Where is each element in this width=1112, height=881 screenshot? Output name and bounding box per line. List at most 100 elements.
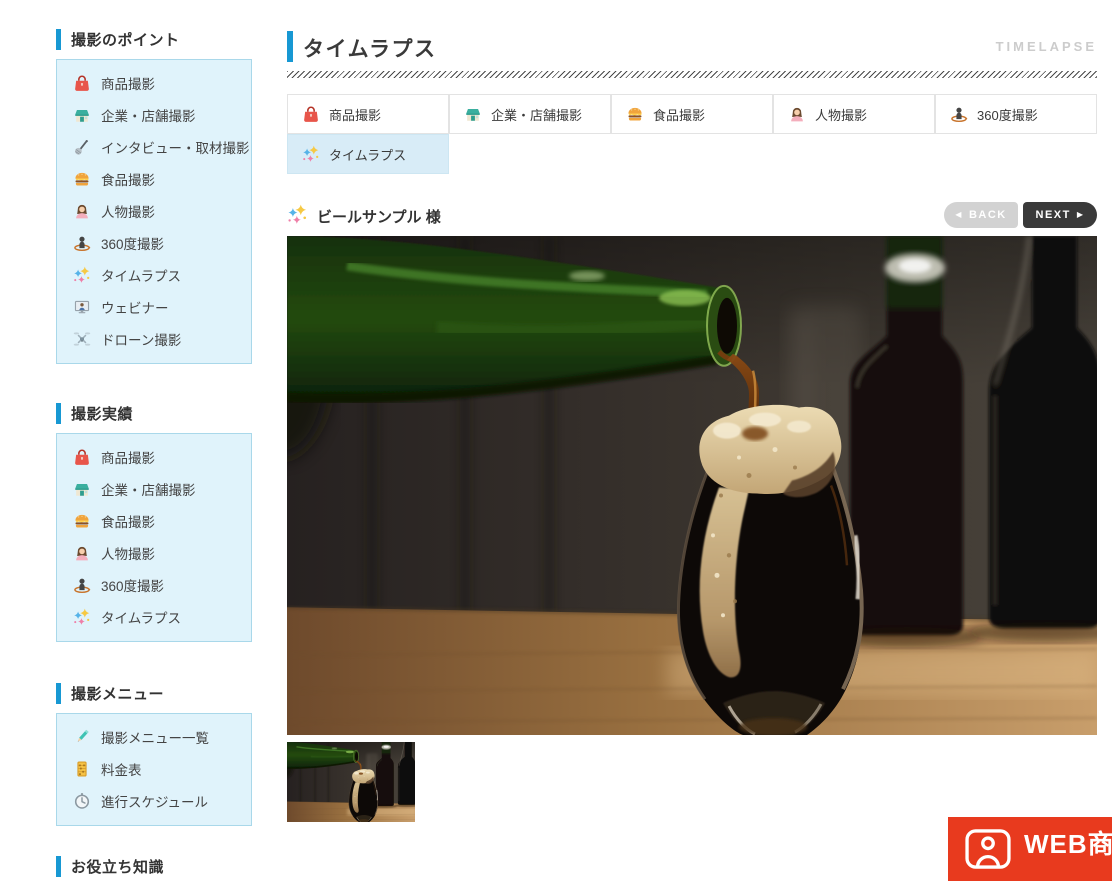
tab-タイムラプス[interactable]: タイムラプス <box>287 134 449 174</box>
sidebar-menu: 撮影メニュー一覧料金表進行スケジュール <box>56 713 252 826</box>
person-360-icon <box>73 234 91 252</box>
tab-label: 人物撮影 <box>815 105 867 124</box>
web-meeting-label: WEB商談 <box>1024 824 1112 861</box>
webinar-icon <box>73 298 91 316</box>
accent-bar <box>56 403 61 424</box>
sidebar-section-title: 撮影実績 <box>71 403 133 424</box>
sidebar-item[interactable]: 360度撮影 <box>73 227 251 259</box>
pencil-icon <box>73 728 91 746</box>
person-icon <box>73 544 91 562</box>
accent-bar <box>287 31 293 62</box>
sidebar-item[interactable]: 進行スケジュール <box>73 785 251 817</box>
burger-icon <box>73 170 91 188</box>
accent-bar <box>56 683 61 704</box>
burger-icon <box>626 105 644 123</box>
sidebar-item-label: 料金表 <box>101 759 142 779</box>
sidebar-item[interactable]: ドローン撮影 <box>73 323 251 355</box>
sidebar-menu: 商品撮影企業・店舗撮影食品撮影人物撮影 360度撮影タイムラプス <box>56 433 252 642</box>
client-name: ビールサンプル 様 <box>317 206 441 227</box>
burger-icon <box>73 512 91 530</box>
sidebar-item[interactable]: 食品撮影 <box>73 505 251 537</box>
tab-人物撮影[interactable]: 人物撮影 <box>773 94 935 134</box>
sidebar-item[interactable]: 人物撮影 <box>73 537 251 569</box>
clock-icon <box>73 792 91 810</box>
sidebar-item-label: タイムラプス <box>101 607 181 627</box>
sidebar-item[interactable]: ウェビナー <box>73 291 251 323</box>
page-title: タイムラプス <box>303 33 437 63</box>
sidebar-menu: 商品撮影企業・店舗撮影インタビュー・取材撮影食品撮影人物撮影 360度撮影タイムラ… <box>56 59 252 364</box>
back-button[interactable]: ◀ BACK <box>944 202 1018 228</box>
store-icon <box>464 105 482 123</box>
sidebar-item-label: 食品撮影 <box>101 511 155 531</box>
photo-thumbnail[interactable] <box>287 742 415 822</box>
right-arrow-icon: ▶ <box>1077 211 1085 219</box>
left-arrow-icon: ◀ <box>955 211 963 219</box>
sparkles-icon <box>302 145 320 163</box>
hatched-divider <box>287 71 1097 78</box>
sidebar-item[interactable]: 360度撮影 <box>73 569 251 601</box>
sidebar-section-title: 撮影のポイント <box>71 29 180 50</box>
sidebar-item[interactable]: タイムラプス <box>73 601 251 633</box>
web-meeting-cta[interactable]: WEB商談 <box>948 817 1112 881</box>
sidebar-item-label: 企業・店舗撮影 <box>101 105 196 125</box>
calculator-icon <box>73 760 91 778</box>
tab-360度撮影[interactable]: 360度撮影 <box>935 94 1097 134</box>
accent-bar <box>56 29 61 50</box>
sidebar-item[interactable]: タイムラプス <box>73 259 251 291</box>
accent-bar <box>56 856 61 877</box>
sparkles-icon <box>73 266 91 284</box>
sidebar-item[interactable]: 食品撮影 <box>73 163 251 195</box>
tab-label: タイムラプス <box>329 145 406 164</box>
bag-icon <box>73 74 91 92</box>
tab-食品撮影[interactable]: 食品撮影 <box>611 94 773 134</box>
sidebar-item-label: 進行スケジュール <box>101 791 208 811</box>
sidebar-item-label: 人物撮影 <box>101 543 155 563</box>
sidebar-section-heading: 撮影実績 <box>56 402 252 424</box>
sparkles-icon <box>287 204 308 225</box>
sidebar-item-label: インタビュー・取材撮影 <box>101 137 250 157</box>
tab-label: 食品撮影 <box>653 105 705 124</box>
person-icon <box>788 105 806 123</box>
tab-label: 企業・店舗撮影 <box>491 105 582 124</box>
tab-label: 商品撮影 <box>329 105 381 124</box>
next-button[interactable]: NEXT ▶ <box>1023 202 1097 228</box>
tab-商品撮影[interactable]: 商品撮影 <box>287 94 449 134</box>
sidebar-item[interactable]: 撮影メニュー一覧 <box>73 721 251 753</box>
bag-icon <box>73 448 91 466</box>
main-content: タイムラプス TIMELAPSE 商品撮影 企業・店舗撮影 食品撮影 人物撮影 360度… <box>287 0 1097 849</box>
back-button-label: BACK <box>969 209 1007 221</box>
sidebar-item-label: 人物撮影 <box>101 201 155 221</box>
person-360-icon <box>950 105 968 123</box>
bag-icon <box>302 105 320 123</box>
person-icon <box>73 202 91 220</box>
sidebar-item[interactable]: 商品撮影 <box>73 67 251 99</box>
sidebar-item[interactable]: 人物撮影 <box>73 195 251 227</box>
sidebar-item-label: 企業・店舗撮影 <box>101 479 196 499</box>
sparkles-icon <box>73 608 91 626</box>
sidebar-section-title: 撮影メニュー <box>71 683 164 704</box>
sidebar-section-heading: 撮影のポイント <box>56 28 252 50</box>
person-360-icon <box>73 576 91 594</box>
sidebar-item[interactable]: 企業・店舗撮影 <box>73 99 251 131</box>
sidebar-item[interactable]: 商品撮影 <box>73 441 251 473</box>
store-icon <box>73 106 91 124</box>
tab-label: 360度撮影 <box>977 105 1038 124</box>
sidebar-item[interactable]: 料金表 <box>73 753 251 785</box>
sidebar: 撮影のポイント商品撮影企業・店舗撮影インタビュー・取材撮影食品撮影人物撮影360… <box>56 0 252 877</box>
page-header: タイムラプス TIMELAPSE <box>287 30 1097 64</box>
person-frame-icon <box>965 829 1011 869</box>
tab-企業・店舗撮影[interactable]: 企業・店舗撮影 <box>449 94 611 134</box>
store-icon <box>73 480 91 498</box>
page-root: { "header": { "title": "タイムラプス", "subtit… <box>0 0 1112 849</box>
sidebar-item-label: 商品撮影 <box>101 447 155 467</box>
gallery-header: ビールサンプル 様 ◀ BACK NEXT ▶ <box>287 202 1097 228</box>
sidebar-item-label: タイムラプス <box>101 265 181 285</box>
sidebar-item[interactable]: 企業・店舗撮影 <box>73 473 251 505</box>
sidebar-item-label: 360度撮影 <box>101 233 164 253</box>
sidebar-item-label: ウェビナー <box>101 297 169 317</box>
sidebar-item-label: 食品撮影 <box>101 169 155 189</box>
sidebar-item[interactable]: インタビュー・取材撮影 <box>73 131 251 163</box>
sidebar-item-label: ドローン撮影 <box>101 329 181 349</box>
sidebar-item-label: 商品撮影 <box>101 73 155 93</box>
drone-icon <box>73 330 91 348</box>
